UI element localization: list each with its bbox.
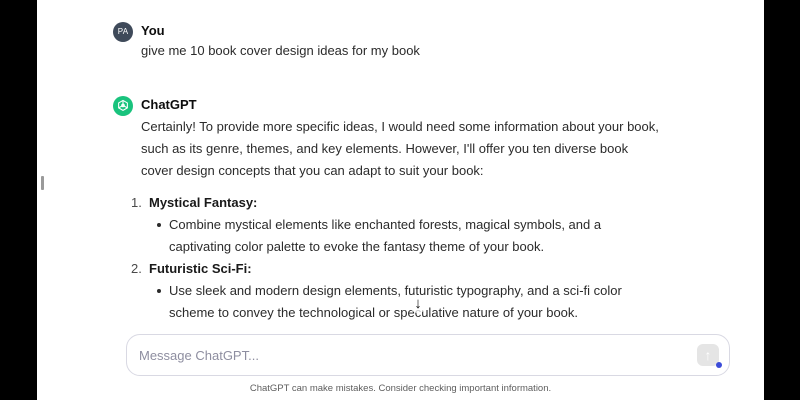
scroll-to-bottom-button[interactable]: ↓ [409, 295, 427, 313]
assistant-author-label: ChatGPT [141, 97, 197, 112]
assistant-intro-text: Certainly! To provide more specific idea… [141, 119, 659, 178]
ideas-list: 1. Mystical Fantasy: Combine mystical el… [131, 192, 661, 324]
assistant-message: ChatGPT Certainly! To provide more speci… [113, 96, 661, 324]
sidebar-toggle-handle[interactable] [41, 176, 44, 190]
arrow-up-icon: ↑ [704, 347, 712, 363]
sub-bullet: Combine mystical elements like enchanted… [157, 214, 661, 258]
status-indicator [716, 362, 722, 368]
user-author-label: You [141, 23, 165, 38]
list-item-title: Futuristic Sci-Fi: [149, 261, 252, 276]
list-item-number: 1. [131, 195, 142, 210]
list-item: 2. Futuristic Sci-Fi: Use sleek and mode… [131, 258, 661, 324]
list-item: 1. Mystical Fantasy: Combine mystical el… [131, 192, 661, 258]
message-input[interactable] [139, 345, 679, 365]
user-message-text: give me 10 book cover design ideas for m… [141, 43, 420, 58]
disclaimer-text: ChatGPT can make mistakes. Consider chec… [249, 383, 552, 394]
message-composer: ↑ [126, 334, 730, 376]
chat-window: PA You give me 10 book cover design idea… [37, 0, 764, 400]
arrow-down-icon: ↓ [414, 295, 422, 312]
list-item-number: 2. [131, 261, 142, 276]
sub-bullet-list: Combine mystical elements like enchanted… [157, 214, 661, 258]
openai-logo-icon [113, 96, 133, 116]
user-avatar: PA [113, 22, 133, 42]
user-message: PA You give me 10 book cover design idea… [113, 22, 661, 62]
list-item-title: Mystical Fantasy: [149, 195, 258, 210]
